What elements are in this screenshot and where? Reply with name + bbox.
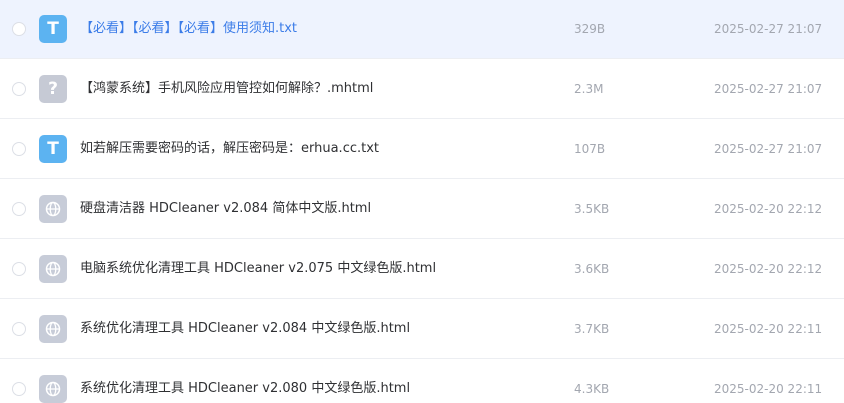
file-name[interactable]: 系统优化清理工具 HDCleaner v2.084 中文绿色版.html [80,319,410,339]
file-name[interactable]: 电脑系统优化清理工具 HDCleaner v2.075 中文绿色版.html [80,259,436,279]
txt-file-icon [39,15,67,43]
row-checkbox[interactable] [12,142,26,156]
file-size: 107B [574,142,606,156]
file-size: 2.3M [574,82,604,96]
file-date: 2025-02-20 22:12 [714,262,823,276]
file-name[interactable]: 系统优化清理工具 HDCleaner v2.080 中文绿色版.html [80,379,410,399]
file-row[interactable]: 系统优化清理工具 HDCleaner v2.080 中文绿色版.html 4.3… [0,360,844,403]
row-checkbox[interactable] [12,82,26,96]
file-row[interactable]: 【鸿蒙系统】手机风险应用管控如何解除？.mhtml 2.3M 2025-02-2… [0,60,844,119]
file-date: 2025-02-20 22:12 [714,202,823,216]
html-file-icon [39,195,67,223]
file-name[interactable]: 如若解压需要密码的话，解压密码是：erhua.cc.txt [80,139,379,159]
row-checkbox[interactable] [12,262,26,276]
file-size: 4.3KB [574,382,610,396]
row-checkbox[interactable] [12,202,26,216]
row-checkbox[interactable] [12,382,26,396]
file-size: 3.5KB [574,202,610,216]
file-name[interactable]: 【鸿蒙系统】手机风险应用管控如何解除？.mhtml [80,79,373,99]
file-row[interactable]: 如若解压需要密码的话，解压密码是：erhua.cc.txt 107B 2025-… [0,120,844,179]
file-date: 2025-02-27 21:07 [714,142,823,156]
file-date: 2025-02-27 21:07 [714,22,823,36]
file-size: 3.7KB [574,322,610,336]
file-date: 2025-02-20 22:11 [714,382,823,396]
file-name[interactable]: 【必看】【必看】【必看】使用须知.txt [80,19,297,39]
file-list: 【必看】【必看】【必看】使用须知.txt 329B 2025-02-27 21:… [0,0,844,403]
file-date: 2025-02-20 22:11 [714,322,823,336]
html-file-icon [39,375,67,403]
file-name[interactable]: 硬盘清洁器 HDCleaner v2.084 简体中文版.html [80,199,371,219]
file-row[interactable]: 硬盘清洁器 HDCleaner v2.084 简体中文版.html 3.5KB … [0,180,844,239]
file-row[interactable]: 电脑系统优化清理工具 HDCleaner v2.075 中文绿色版.html 3… [0,240,844,299]
unknown-file-icon [39,75,67,103]
file-row[interactable]: 系统优化清理工具 HDCleaner v2.084 中文绿色版.html 3.7… [0,300,844,359]
row-checkbox[interactable] [12,22,26,36]
file-row[interactable]: 【必看】【必看】【必看】使用须知.txt 329B 2025-02-27 21:… [0,0,844,59]
html-file-icon [39,255,67,283]
file-size: 3.6KB [574,262,610,276]
html-file-icon [39,315,67,343]
txt-file-icon [39,135,67,163]
row-checkbox[interactable] [12,322,26,336]
file-date: 2025-02-27 21:07 [714,82,823,96]
file-size: 329B [574,22,606,36]
